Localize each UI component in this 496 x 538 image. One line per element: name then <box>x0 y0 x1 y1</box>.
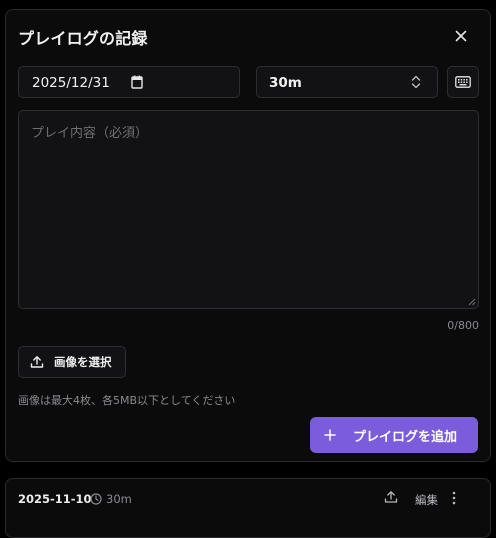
upload-icon <box>30 356 44 368</box>
playlog-dialog: プレイログの記録 2025/12/31 30m プレイ内容（必須） 0/800 … <box>5 9 491 462</box>
clock-icon <box>90 493 102 505</box>
keyboard-icon <box>455 76 471 88</box>
edit-button[interactable]: 編集 <box>415 492 438 508</box>
content-placeholder: プレイ内容（必須） <box>31 126 149 141</box>
add-playlog-label: プレイログを追加 <box>353 429 458 445</box>
duration-select[interactable]: 30m <box>256 66 438 98</box>
close-button[interactable] <box>449 24 473 48</box>
entry-date: 2025-11-10 <box>18 492 92 506</box>
select-image-label: 画像を選択 <box>54 355 112 369</box>
calendar-icon[interactable] <box>131 75 143 89</box>
resize-grip-icon[interactable] <box>468 298 476 306</box>
chevron-updown-icon <box>411 75 421 89</box>
plus-icon <box>324 429 336 441</box>
duration-value: 30m <box>269 75 302 91</box>
dialog-title: プレイログの記録 <box>18 29 148 48</box>
date-value: 2025/12/31 <box>32 75 110 91</box>
entry-duration: 30m <box>106 492 132 506</box>
content-textarea[interactable]: プレイ内容（必須） <box>18 110 479 309</box>
date-input[interactable]: 2025/12/31 <box>18 66 240 98</box>
char-counter: 0/800 <box>447 319 479 332</box>
add-playlog-button[interactable]: プレイログを追加 <box>310 417 478 453</box>
select-image-button[interactable]: 画像を選択 <box>18 346 126 378</box>
share-icon[interactable] <box>384 490 398 504</box>
playlog-entry: 2025-11-10 30m 編集 <box>5 478 491 538</box>
close-icon <box>455 30 467 42</box>
image-hint: 画像は最大4枚、各5MB以下としてください <box>18 394 236 407</box>
more-options-icon[interactable] <box>452 491 456 505</box>
keyboard-input-button[interactable] <box>447 66 479 98</box>
